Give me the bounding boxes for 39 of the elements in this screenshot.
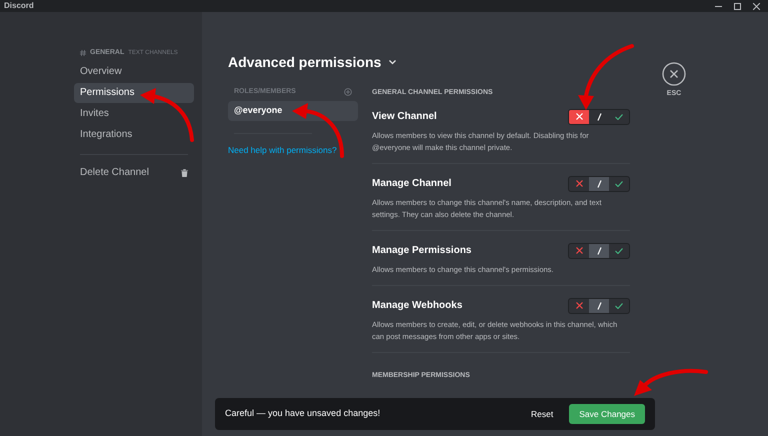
- reset-button[interactable]: Reset: [523, 404, 562, 424]
- permission-toggle[interactable]: [568, 176, 630, 192]
- sidebar-item[interactable]: Invites: [74, 104, 194, 124]
- close-icon[interactable]: [753, 2, 760, 10]
- annotation-arrow: [578, 44, 634, 110]
- neutral-icon[interactable]: [596, 302, 602, 310]
- allow-icon[interactable]: [615, 248, 623, 254]
- neutral-icon[interactable]: [596, 112, 602, 120]
- chevron-down-icon[interactable]: [389, 60, 396, 65]
- role-item[interactable]: @everyone: [228, 100, 358, 120]
- hash-icon: [80, 50, 86, 56]
- neutral-icon[interactable]: [596, 246, 602, 254]
- deny-icon[interactable]: [576, 247, 582, 254]
- permission-name: Manage Permissions: [372, 244, 472, 258]
- window-title: Discord: [4, 2, 34, 10]
- sidebar-item[interactable]: Integrations: [74, 124, 194, 144]
- trash-icon[interactable]: [181, 168, 188, 176]
- permission-toggle[interactable]: [568, 242, 630, 258]
- add-icon[interactable]: [344, 88, 352, 96]
- annotation-arrow: [140, 88, 194, 142]
- page-title: Advanced permissions: [228, 53, 382, 72]
- neutral-icon[interactable]: [596, 180, 602, 188]
- allow-icon[interactable]: [615, 302, 623, 308]
- allow-icon[interactable]: [615, 180, 623, 186]
- permission-toggle[interactable]: [568, 108, 630, 124]
- unsaved-message: Careful — you have unsaved changes!: [225, 407, 382, 420]
- delete-channel-item[interactable]: Delete Channel: [80, 165, 149, 180]
- sidebar-item[interactable]: Permissions: [74, 82, 194, 102]
- maximize-icon[interactable]: [734, 2, 741, 10]
- help-link[interactable]: Need help with permissions?: [228, 144, 358, 156]
- allow-icon[interactable]: [615, 114, 623, 120]
- permission-toggle[interactable]: [568, 298, 630, 314]
- deny-icon[interactable]: [576, 180, 582, 187]
- permission-name: Manage Channel: [372, 177, 452, 191]
- permission-name: View Channel: [372, 110, 437, 124]
- deny-icon[interactable]: [576, 302, 582, 309]
- close-icon[interactable]: [662, 62, 686, 86]
- permission-name: Manage Webhooks: [372, 299, 462, 313]
- sidebar-item[interactable]: Overview: [74, 62, 194, 82]
